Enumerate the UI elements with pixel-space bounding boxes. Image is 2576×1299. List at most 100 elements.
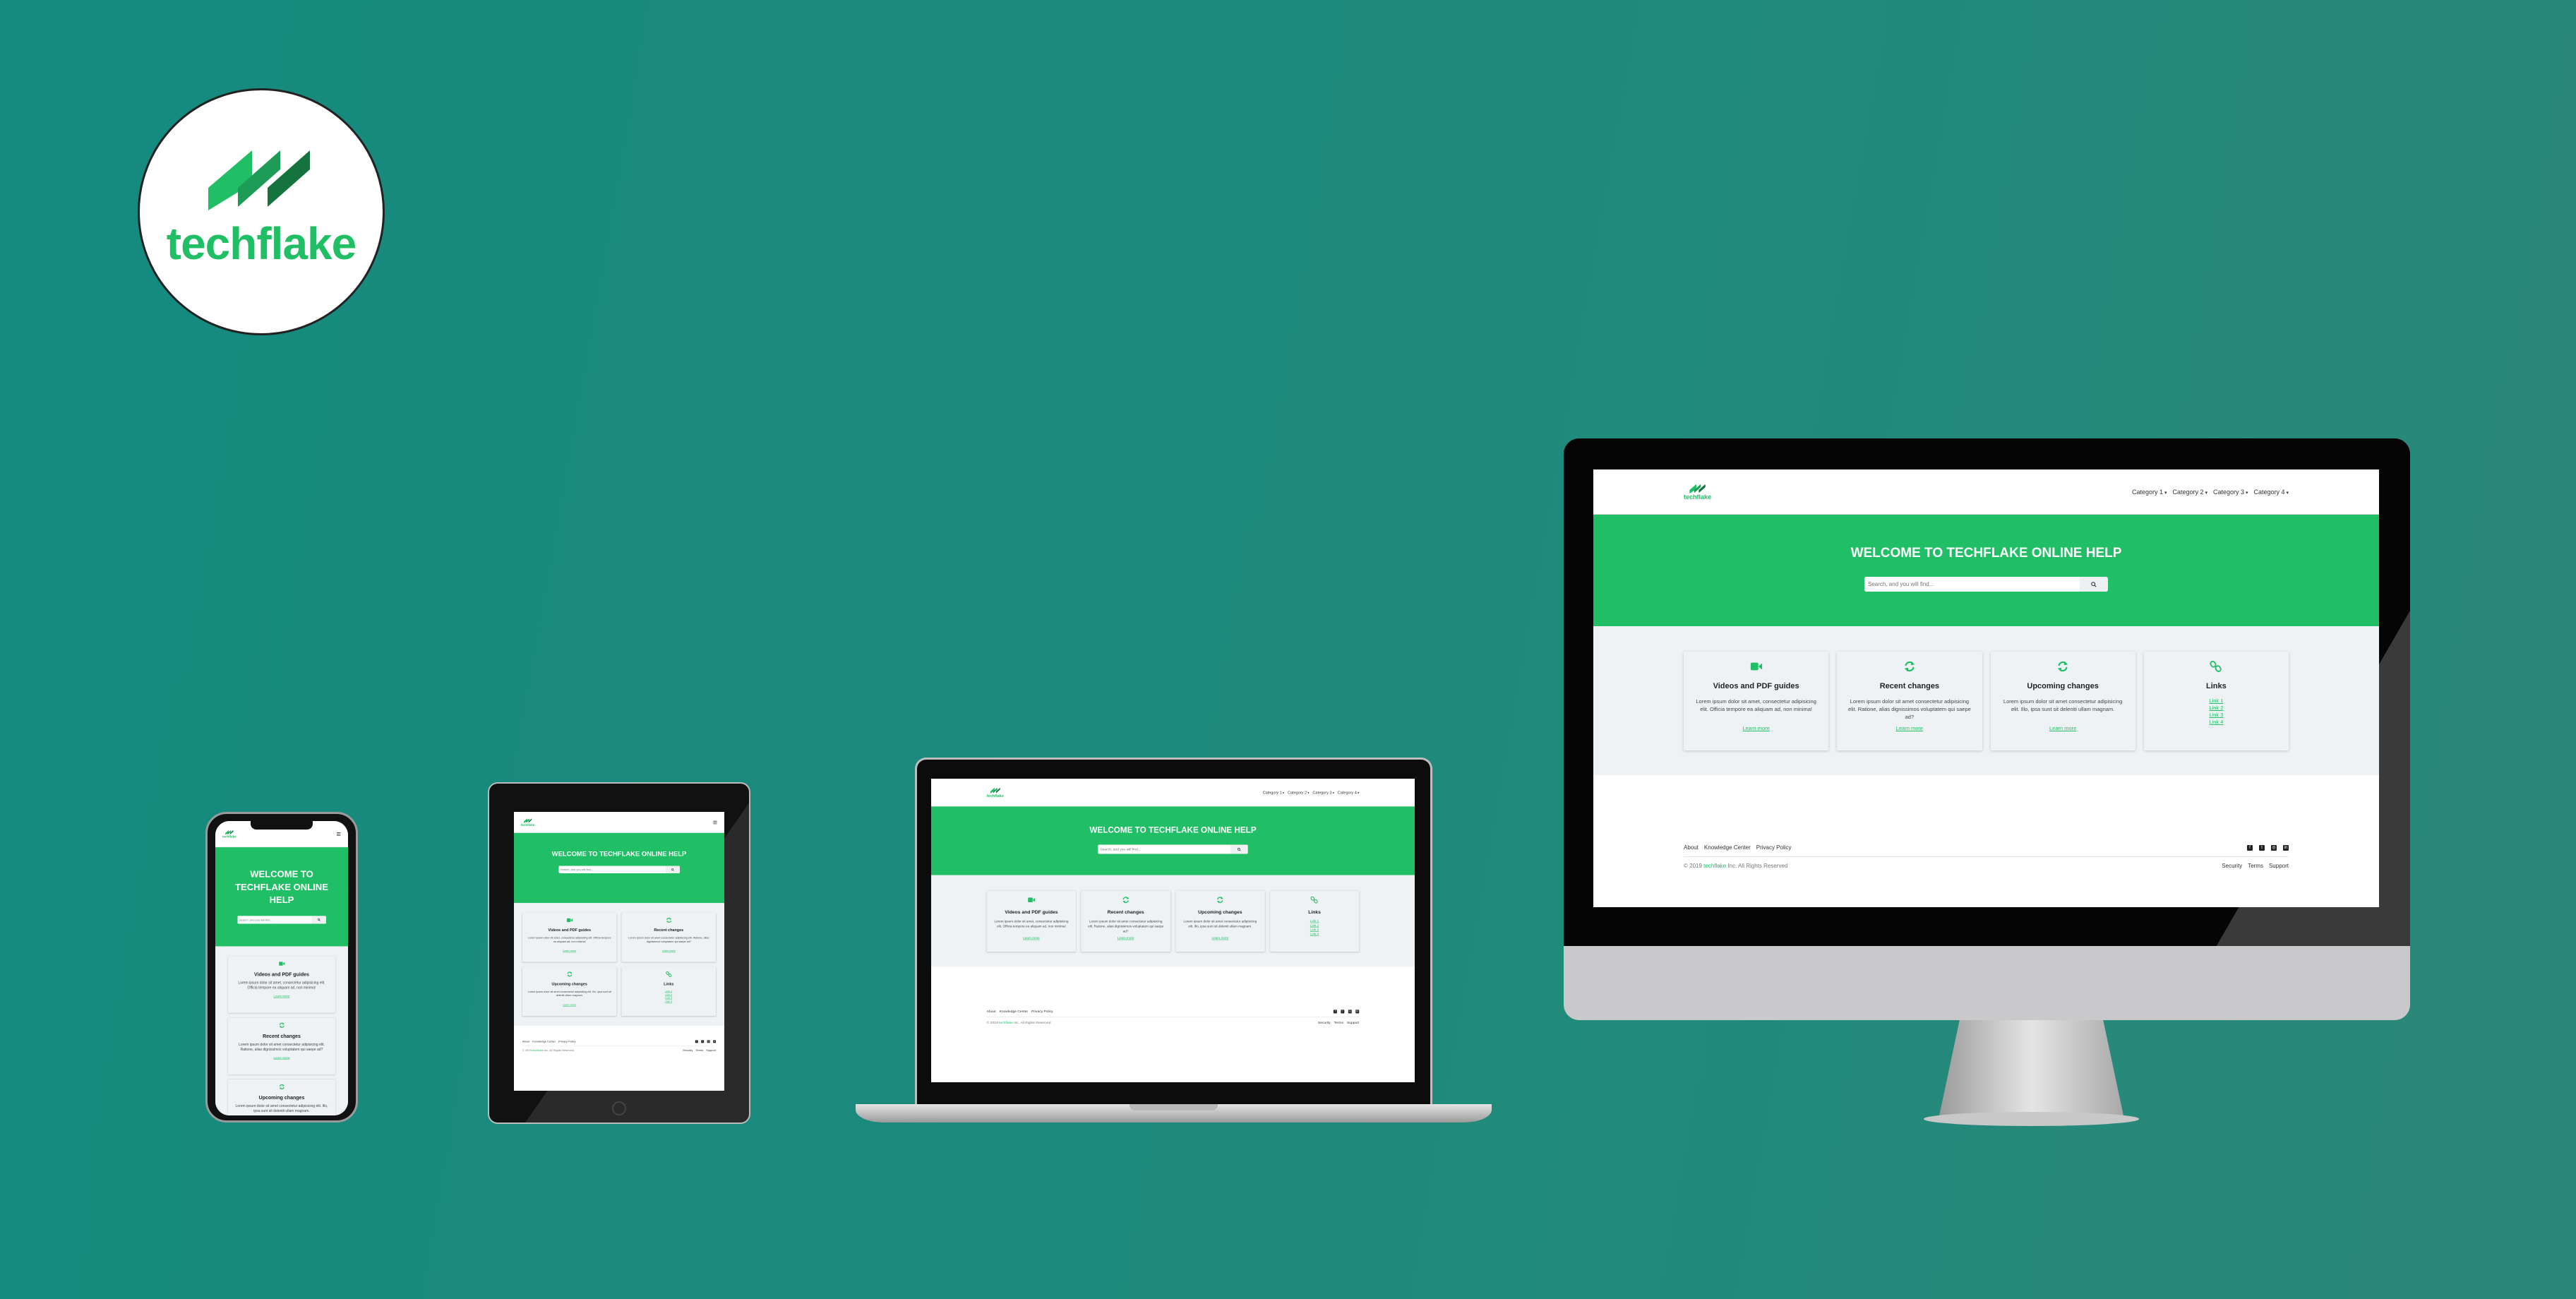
site-header: techflake Category 1 Category 2 Category… (931, 779, 1415, 807)
twitter-icon[interactable]: t (2259, 844, 2265, 851)
card-text: Lorem ipsum dolor sit amet consectetur a… (1183, 919, 1257, 928)
link-3[interactable]: Link 3 (2144, 712, 2289, 719)
card-text: Lorem ipsum dolor sit amet, consectetur … (238, 981, 325, 990)
hamburger-icon[interactable]: ≡ (337, 830, 341, 839)
nav-category-2[interactable]: Category 2 (1288, 790, 1309, 794)
hero-banner: WELCOME TO TECHFLAKE ONLINE HELP (931, 806, 1415, 875)
footer-link-knowledge-center[interactable]: Knowledge Center (1704, 844, 1751, 851)
search-input[interactable] (558, 866, 666, 873)
instagram-icon[interactable]: ◎ (2271, 844, 2277, 851)
nav-category-4[interactable]: Category 4 (1338, 790, 1359, 794)
footer-link-privacy-policy[interactable]: Privacy Policy (1756, 844, 1792, 851)
nav-category-4[interactable]: Category 4 (2254, 489, 2289, 496)
copyright-brand[interactable]: techflake (532, 1049, 544, 1052)
footer-link-support[interactable]: Support (1347, 1021, 1359, 1025)
link-4[interactable]: Link 4 (2144, 719, 2289, 726)
search-bar (237, 916, 326, 924)
site-footer: About Knowledge Center Privacy Policy f … (514, 1025, 724, 1067)
card-videos-pdf: Videos and PDF guides Lorem ipsum dolor … (228, 956, 335, 1013)
footer-link-security[interactable]: Security (683, 1049, 693, 1052)
card-recent-changes: Recent changes Lorem ipsum dolor sit ame… (1837, 652, 1982, 750)
search-input[interactable] (1864, 577, 2080, 592)
link-icon (1310, 896, 1318, 904)
footer-link-privacy-policy[interactable]: Privacy Policy (1031, 1010, 1053, 1014)
learn-more-link[interactable]: Learn more (987, 936, 1076, 940)
link-2[interactable]: Link 2 (2144, 705, 2289, 712)
search-input[interactable] (237, 916, 312, 924)
learn-more-link[interactable]: Learn more (621, 950, 716, 953)
site-logo[interactable]: techflake (1684, 484, 1711, 501)
footer-link-knowledge-center[interactable]: Knowledge Center (532, 1040, 556, 1043)
nav-category-1[interactable]: Category 1 (1263, 790, 1284, 794)
copyright-text: Inc. All Rights Reserved (544, 1048, 575, 1053)
site-logo[interactable]: techflake (222, 830, 236, 838)
instagram-icon[interactable]: ◎ (707, 1040, 710, 1043)
search-bar (1864, 577, 2108, 592)
twitter-icon[interactable]: t (1341, 1010, 1345, 1014)
search-input[interactable] (1098, 844, 1231, 854)
help-site: techflake Category 1 Category 2 Category… (1593, 469, 2379, 907)
search-button[interactable] (311, 916, 326, 924)
learn-more-link[interactable]: Learn more (522, 1003, 617, 1007)
card-text: Lorem ipsum dolor sit amet, consectetur … (1696, 698, 1816, 712)
site-logo[interactable]: techflake (987, 787, 1004, 798)
footer-link-terms[interactable]: Terms (2248, 863, 2263, 869)
facebook-icon[interactable]: f (1333, 1010, 1337, 1014)
nav-category-3[interactable]: Category 3 (1312, 790, 1334, 794)
search-button[interactable] (665, 866, 680, 873)
footer-link-support[interactable]: Support (2269, 863, 2289, 869)
copyright-brand[interactable]: techflake (999, 1021, 1013, 1025)
copyright-brand[interactable]: techflake (1703, 863, 1726, 869)
learn-more-link[interactable]: Learn more (1081, 936, 1170, 940)
card-text: Lorem ipsum dolor sit amet consectetur a… (235, 1104, 328, 1113)
footer-link-security[interactable]: Security (2222, 863, 2242, 869)
facebook-icon[interactable]: f (2247, 844, 2253, 851)
footer-link-about[interactable]: About (522, 1040, 529, 1043)
linkedin-icon[interactable]: in (1355, 1010, 1360, 1014)
footer-link-privacy-policy[interactable]: Privacy Policy (558, 1040, 576, 1043)
facebook-icon[interactable]: f (695, 1040, 698, 1043)
logomark-icon (224, 830, 234, 834)
nav-category-2[interactable]: Category 2 (2173, 489, 2208, 496)
card-recent-changes: Recent changes Lorem ipsum dolor sit ame… (1081, 890, 1170, 952)
link-4[interactable]: Link 4 (621, 1000, 716, 1004)
search-button[interactable] (1230, 844, 1248, 854)
category-nav: Category 1 Category 2 Category 3 Categor… (2132, 489, 2289, 496)
copyright-year: © 2019 (522, 1048, 532, 1053)
footer-link-security[interactable]: Security (1318, 1021, 1331, 1025)
help-site: techflake Category 1 Category 2 Category… (931, 779, 1415, 1051)
linkedin-icon[interactable]: in (713, 1040, 717, 1043)
learn-more-link[interactable]: Learn more (228, 995, 335, 998)
nav-category-3[interactable]: Category 3 (2213, 489, 2248, 496)
footer-link-terms[interactable]: Terms (695, 1049, 703, 1052)
search-button[interactable] (2080, 577, 2108, 592)
learn-more-link[interactable]: Learn more (1837, 725, 1982, 732)
card-title: Recent changes (1879, 682, 1940, 690)
learn-more-link[interactable]: Learn more (228, 1056, 335, 1060)
footer-link-about[interactable]: About (987, 1010, 996, 1014)
sync-icon (2057, 661, 2068, 672)
footer-link-knowledge-center[interactable]: Knowledge Center (1000, 1010, 1029, 1014)
search-bar (1098, 844, 1248, 854)
nav-category-1[interactable]: Category 1 (2132, 489, 2167, 496)
footer-link-terms[interactable]: Terms (1334, 1021, 1343, 1025)
site-logo-text: techflake (222, 834, 236, 839)
help-site: techflake Category 1 Category 2 Category… (215, 821, 348, 1115)
site-logo[interactable]: techflake (521, 818, 534, 827)
learn-more-link[interactable]: Learn more (1684, 725, 1828, 732)
learn-more-link[interactable]: Learn more (1991, 725, 2135, 732)
instagram-icon[interactable]: ◎ (1348, 1010, 1352, 1014)
card-title: Recent changes (1107, 909, 1144, 915)
card-links: Links Link 1 Link 2 Link 3 Link 4 (1269, 890, 1360, 952)
linkedin-icon[interactable]: in (2283, 844, 2289, 851)
footer-link-support[interactable]: Support (706, 1049, 716, 1052)
hamburger-icon[interactable]: ≡ (713, 818, 717, 827)
card-text: Lorem ipsum dolor sit amet, consectetur … (527, 935, 611, 943)
link-4[interactable]: Link 4 (1270, 932, 1359, 936)
footer-link-about[interactable]: About (1684, 844, 1699, 851)
learn-more-link[interactable]: Learn more (522, 950, 617, 953)
learn-more-link[interactable]: Learn more (1175, 936, 1264, 940)
twitter-icon[interactable]: t (701, 1040, 705, 1043)
link-1[interactable]: Link 1 (2144, 698, 2289, 705)
card-text: Lorem ipsum dolor sit amet consectetur a… (239, 1042, 325, 1052)
